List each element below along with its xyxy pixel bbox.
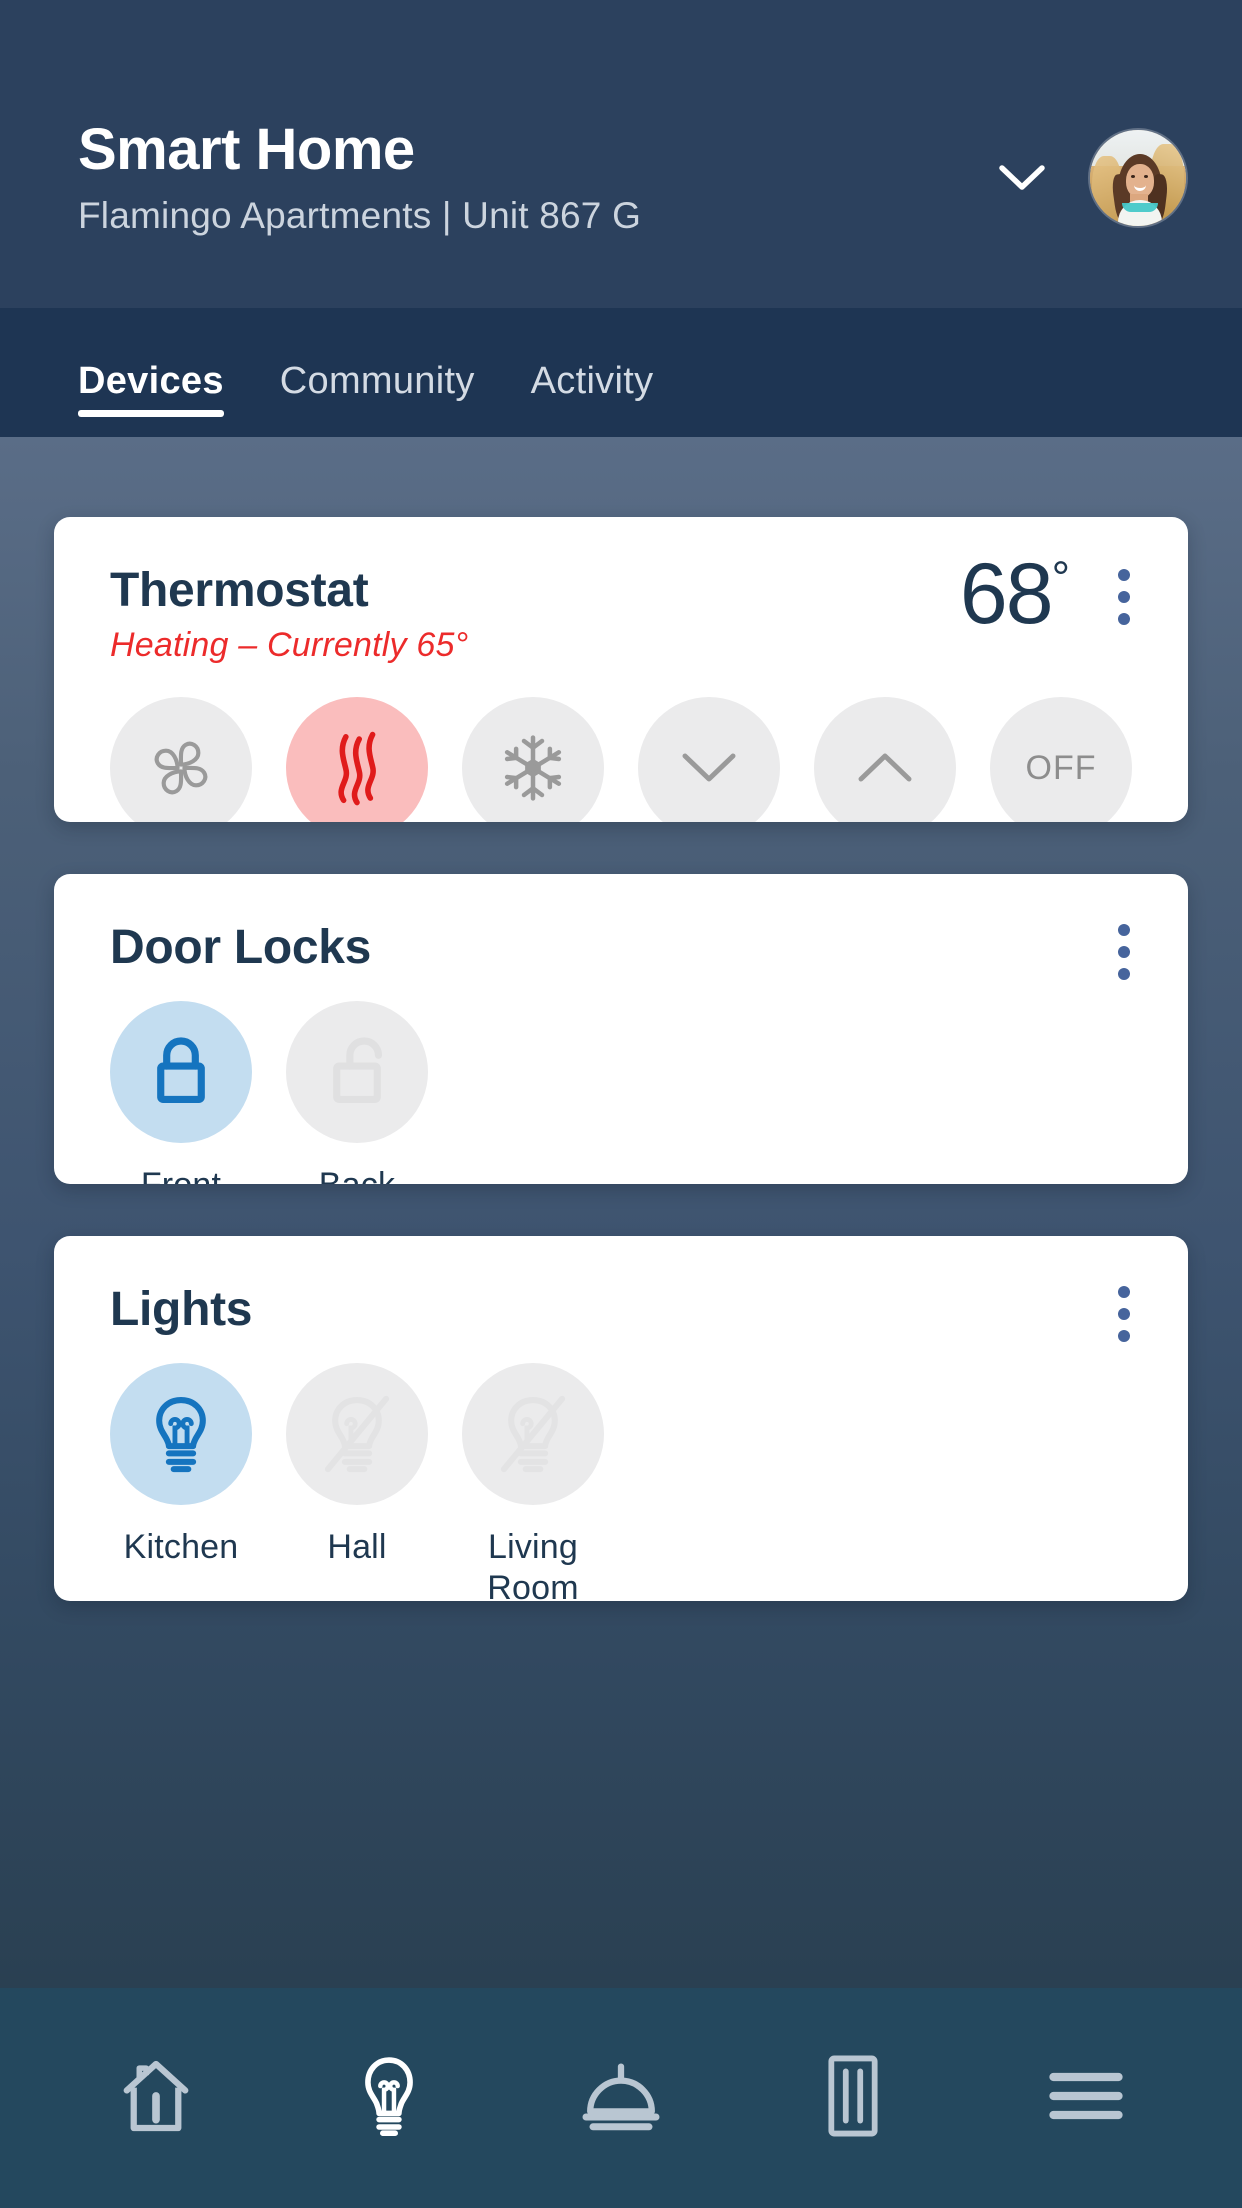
hamburger-menu-icon xyxy=(1048,2066,1124,2131)
card-title: Lights xyxy=(110,1283,253,1336)
card-door-locks[interactable]: Door Locks Front xyxy=(54,874,1188,1184)
fan-icon[interactable] xyxy=(110,697,252,822)
light-hall-label: Hall xyxy=(327,1528,387,1566)
avatar[interactable] xyxy=(1090,130,1186,226)
lock-closed-icon[interactable] xyxy=(110,1001,252,1143)
thermostat-temp-up-button[interactable] xyxy=(814,697,956,822)
light-controls: Kitchen Hall Living Room xyxy=(54,1363,1188,1601)
header-inner: Smart Home Flamingo Apartments | Unit 86… xyxy=(78,117,1186,237)
door-icon xyxy=(827,2054,879,2143)
lock-back-label: Back xyxy=(319,1165,395,1184)
off-label[interactable]: OFF xyxy=(990,697,1132,822)
thermostat-header: Thermostat Heating – Currently 65° 68° xyxy=(54,517,1188,665)
nav-home[interactable] xyxy=(86,2038,226,2158)
thermostat-temp-down-button[interactable] xyxy=(638,697,780,822)
thermostat-cool-button[interactable] xyxy=(462,697,604,822)
tab-community[interactable]: Community xyxy=(252,360,503,437)
kebab-menu-icon[interactable] xyxy=(1112,918,1136,986)
chevron-down-icon[interactable] xyxy=(638,697,780,822)
card-thermostat[interactable]: Thermostat Heating – Currently 65° 68° O… xyxy=(54,517,1188,822)
light-living-room[interactable]: Living Room xyxy=(462,1363,604,1601)
chevron-down-icon[interactable] xyxy=(994,150,1050,206)
nav-access[interactable] xyxy=(783,2038,923,2158)
tab-list: Devices Community Activity xyxy=(78,360,681,437)
target-temp-value: 68 xyxy=(959,546,1054,642)
card-lights[interactable]: Lights Kitchen Hall Living Room xyxy=(54,1236,1188,1601)
thermostat-target-temp: 68° xyxy=(959,545,1070,644)
thermostat-heat-button[interactable] xyxy=(286,697,428,822)
nav-menu[interactable] xyxy=(1016,2038,1156,2158)
thermostat-power-off-button[interactable]: OFF xyxy=(990,697,1132,822)
nav-lights[interactable] xyxy=(319,2038,459,2158)
heat-waves-icon[interactable] xyxy=(286,697,428,822)
nav-services[interactable] xyxy=(551,2038,691,2158)
lightbulb-on-icon[interactable] xyxy=(110,1363,252,1505)
lights-header: Lights xyxy=(54,1236,1188,1342)
degree-symbol: ° xyxy=(1051,551,1070,604)
lock-front[interactable]: Front xyxy=(110,1001,252,1184)
chevron-up-icon[interactable] xyxy=(814,697,956,822)
page-title: Smart Home xyxy=(78,117,415,182)
bottom-navigation xyxy=(0,1988,1242,2208)
header-actions xyxy=(994,130,1186,226)
app-header: Smart Home Flamingo Apartments | Unit 86… xyxy=(0,0,1242,308)
lock-back[interactable]: Back xyxy=(286,1001,428,1184)
lock-front-label: Front xyxy=(141,1165,221,1184)
card-title: Door Locks xyxy=(110,921,372,974)
house-icon xyxy=(119,2057,193,2140)
lock-controls: Front Back xyxy=(54,1001,1188,1184)
service-bell-icon xyxy=(579,2060,663,2137)
device-list: Thermostat Heating – Currently 65° 68° O… xyxy=(0,437,1242,1988)
light-living-room-label: Living Room xyxy=(487,1528,579,1601)
snowflake-icon[interactable] xyxy=(462,697,604,822)
locks-header: Door Locks xyxy=(54,874,1188,980)
kebab-menu-icon[interactable] xyxy=(1112,1280,1136,1348)
lightbulb-off-icon[interactable] xyxy=(286,1363,428,1505)
light-kitchen-label: Kitchen xyxy=(123,1528,239,1566)
tab-bar: Devices Community Activity xyxy=(0,308,1242,437)
lightbulb-icon xyxy=(358,2056,420,2141)
thermostat-fan-button[interactable] xyxy=(110,697,252,822)
tab-activity[interactable]: Activity xyxy=(503,360,682,437)
tab-devices[interactable]: Devices xyxy=(78,360,252,437)
lock-open-icon[interactable] xyxy=(286,1001,428,1143)
light-hall[interactable]: Hall xyxy=(286,1363,428,1568)
kebab-menu-icon[interactable] xyxy=(1112,563,1136,631)
header-titles: Smart Home Flamingo Apartments | Unit 86… xyxy=(78,117,642,237)
lightbulb-off-icon[interactable] xyxy=(462,1363,604,1505)
thermostat-controls: OFF xyxy=(54,697,1188,822)
light-kitchen[interactable]: Kitchen xyxy=(110,1363,252,1568)
breadcrumb: Flamingo Apartments | Unit 867 G xyxy=(78,194,642,236)
